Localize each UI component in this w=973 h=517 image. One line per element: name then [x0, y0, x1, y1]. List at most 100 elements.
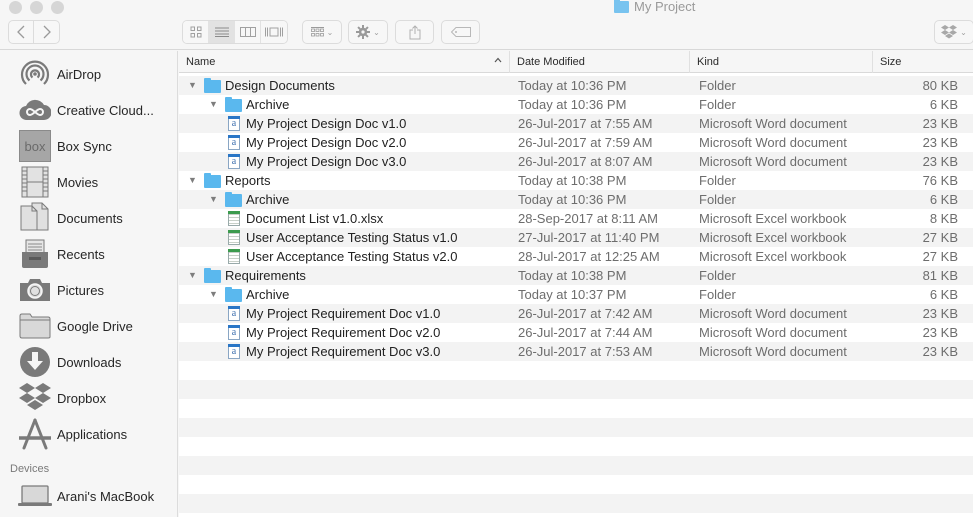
- file-row[interactable]: a My Project Design Doc v3.0 26-Jul-2017 a…: [179, 152, 973, 171]
- chevron-down-icon: ⌄: [960, 27, 967, 37]
- file-row[interactable]: User Acceptance Testing Status v2.0 28-Ju…: [179, 247, 973, 266]
- folder-row[interactable]: ▼ Archive Today at 10:37 PM Folder 6 KB: [179, 285, 973, 304]
- chevron-down-icon: ⌄: [373, 27, 380, 37]
- file-size: 23 KB: [922, 154, 958, 169]
- icon-view-button[interactable]: [183, 21, 209, 43]
- file-row[interactable]: Document List v1.0.xlsx 28-Sep-2017 at 8:…: [179, 209, 973, 228]
- empty-row: [179, 380, 973, 399]
- chevron-right-icon: [43, 25, 51, 39]
- arrange-grid-icon: [310, 27, 324, 37]
- column-date-header[interactable]: Date Modified: [510, 51, 690, 73]
- disclosure-triangle-icon[interactable]: ▼: [188, 266, 197, 285]
- file-size: 6 KB: [929, 287, 958, 302]
- zoom-window-button[interactable]: [51, 1, 64, 14]
- sidebar-item-documents[interactable]: Documents: [18, 200, 123, 236]
- close-window-button[interactable]: [9, 1, 22, 14]
- file-size: 23 KB: [922, 325, 958, 340]
- file-kind: Folder: [699, 173, 736, 188]
- sidebar-item-movies[interactable]: Movies: [18, 164, 98, 200]
- sidebar-item-recents[interactable]: Recents: [18, 236, 105, 272]
- folder-row[interactable]: ▼ Reports Today at 10:38 PM Folder 76 KB: [179, 171, 973, 190]
- file-kind: Folder: [699, 287, 736, 302]
- file-name: Requirements: [225, 268, 306, 283]
- arrange-button[interactable]: ⌄: [302, 20, 342, 44]
- file-list: Name Date Modified Kind Size ▼ Design Doc…: [179, 51, 973, 517]
- file-name: Document List v1.0.xlsx: [246, 211, 384, 226]
- sidebar-item-box-sync[interactable]: box Box Sync: [18, 128, 112, 164]
- download-icon: [18, 345, 52, 379]
- sidebar-item-creative-cloud[interactable]: Creative Cloud...: [18, 92, 154, 128]
- disclosure-triangle-icon[interactable]: ▼: [209, 190, 218, 209]
- file-row[interactable]: a My Project Requirement Doc v2.0 26-Jul-2…: [179, 323, 973, 342]
- file-row[interactable]: a My Project Design Doc v1.0 26-Jul-2017 a…: [179, 114, 973, 133]
- sidebar-item-google-drive[interactable]: Google Drive: [18, 308, 133, 344]
- file-name: Archive: [246, 97, 290, 112]
- disclosure-triangle-icon[interactable]: ▼: [209, 95, 218, 114]
- column-kind-label: Kind: [697, 56, 720, 68]
- word-document-icon: a: [228, 135, 240, 150]
- folder-row[interactable]: ▼ Archive Today at 10:36 PM Folder 6 KB: [179, 95, 973, 114]
- folder-row[interactable]: ▼ Archive Today at 10:36 PM Folder 6 KB: [179, 190, 973, 209]
- sidebar-item-applications[interactable]: Applications: [18, 416, 127, 452]
- minimize-window-button[interactable]: [30, 1, 43, 14]
- file-size: 27 KB: [922, 230, 958, 245]
- column-name-header[interactable]: Name: [179, 51, 510, 73]
- folder-icon: [225, 97, 242, 112]
- file-row[interactable]: a My Project Requirement Doc v1.0 26-Jul-2…: [179, 304, 973, 323]
- disclosure-triangle-icon[interactable]: ▼: [188, 76, 197, 95]
- sidebar-item-pictures[interactable]: Pictures: [18, 272, 104, 308]
- sidebar-item-downloads[interactable]: Downloads: [18, 344, 121, 380]
- sidebar-item-macbook[interactable]: Arani's MacBook: [18, 478, 154, 514]
- file-row[interactable]: User Acceptance Testing Status v1.0 27-Ju…: [179, 228, 973, 247]
- file-name: Design Documents: [225, 78, 335, 93]
- cover-flow-view-button[interactable]: [261, 21, 287, 43]
- sidebar-item-label: Documents: [57, 210, 123, 226]
- icon-view-icon: [190, 26, 201, 38]
- date-modified: 28-Jul-2017 at 12:25 AM: [518, 249, 660, 264]
- dropbox-icon: [941, 25, 958, 39]
- disclosure-triangle-icon[interactable]: ▼: [209, 285, 218, 304]
- file-size: 23 KB: [922, 344, 958, 359]
- list-view-button[interactable]: [209, 21, 235, 43]
- file-name: My Project Design Doc v1.0: [246, 116, 407, 131]
- sidebar-item-airdrop[interactable]: AirDrop: [18, 56, 101, 92]
- word-document-icon: a: [228, 154, 240, 169]
- folder-row[interactable]: ▼ Design Documents Today at 10:36 PM Folder…: [179, 76, 973, 95]
- sidebar-item-dropbox[interactable]: Dropbox: [18, 380, 106, 416]
- column-view-button[interactable]: [235, 21, 261, 43]
- file-row[interactable]: a My Project Requirement Doc v3.0 26-Jul-2…: [179, 342, 973, 361]
- file-name: Archive: [246, 287, 290, 302]
- laptop-icon: [18, 479, 52, 513]
- disclosure-triangle-icon[interactable]: ▼: [188, 171, 197, 190]
- column-kind-header[interactable]: Kind: [690, 51, 873, 73]
- sidebar-item-label: Creative Cloud...: [57, 102, 154, 118]
- column-date-label: Date Modified: [517, 56, 585, 68]
- dropbox-menu-button[interactable]: ⌄: [934, 20, 973, 44]
- sidebar: AirDrop Creative Cloud... box Box Sync M…: [0, 51, 178, 517]
- folder-row[interactable]: ▼ Requirements Today at 10:38 PM Folder 81 K…: [179, 266, 973, 285]
- share-button[interactable]: [395, 20, 434, 44]
- tag-button[interactable]: [441, 20, 480, 44]
- window-controls: [9, 1, 64, 14]
- back-button[interactable]: [8, 20, 34, 44]
- list-view-icon: [214, 27, 229, 37]
- sort-ascending-icon: [494, 55, 502, 65]
- sidebar-item-label: Movies: [57, 174, 99, 190]
- file-name: My Project Requirement Doc v2.0: [246, 325, 441, 340]
- file-kind: Microsoft Excel workbook: [699, 249, 847, 264]
- file-name: My Project Design Doc v3.0: [246, 154, 407, 169]
- sidebar-item-label: Arani's MacBook: [57, 488, 155, 504]
- file-kind: Microsoft Word document: [699, 135, 847, 150]
- file-kind: Microsoft Word document: [699, 154, 847, 169]
- file-kind: Microsoft Word document: [699, 116, 847, 131]
- forward-button[interactable]: [34, 20, 60, 44]
- action-button[interactable]: ⌄: [348, 20, 388, 44]
- date-modified: 26-Jul-2017 at 7:55 AM: [518, 116, 653, 131]
- word-document-icon: a: [228, 325, 240, 340]
- toolbar: My Project ⌄ ⌄ ⌄: [0, 0, 973, 50]
- file-row[interactable]: a My Project Design Doc v2.0 26-Jul-2017 a…: [179, 133, 973, 152]
- column-size-header[interactable]: Size: [873, 51, 973, 73]
- back-forward-buttons: [8, 20, 60, 44]
- date-modified: Today at 10:36 PM: [518, 192, 627, 207]
- file-kind: Folder: [699, 97, 736, 112]
